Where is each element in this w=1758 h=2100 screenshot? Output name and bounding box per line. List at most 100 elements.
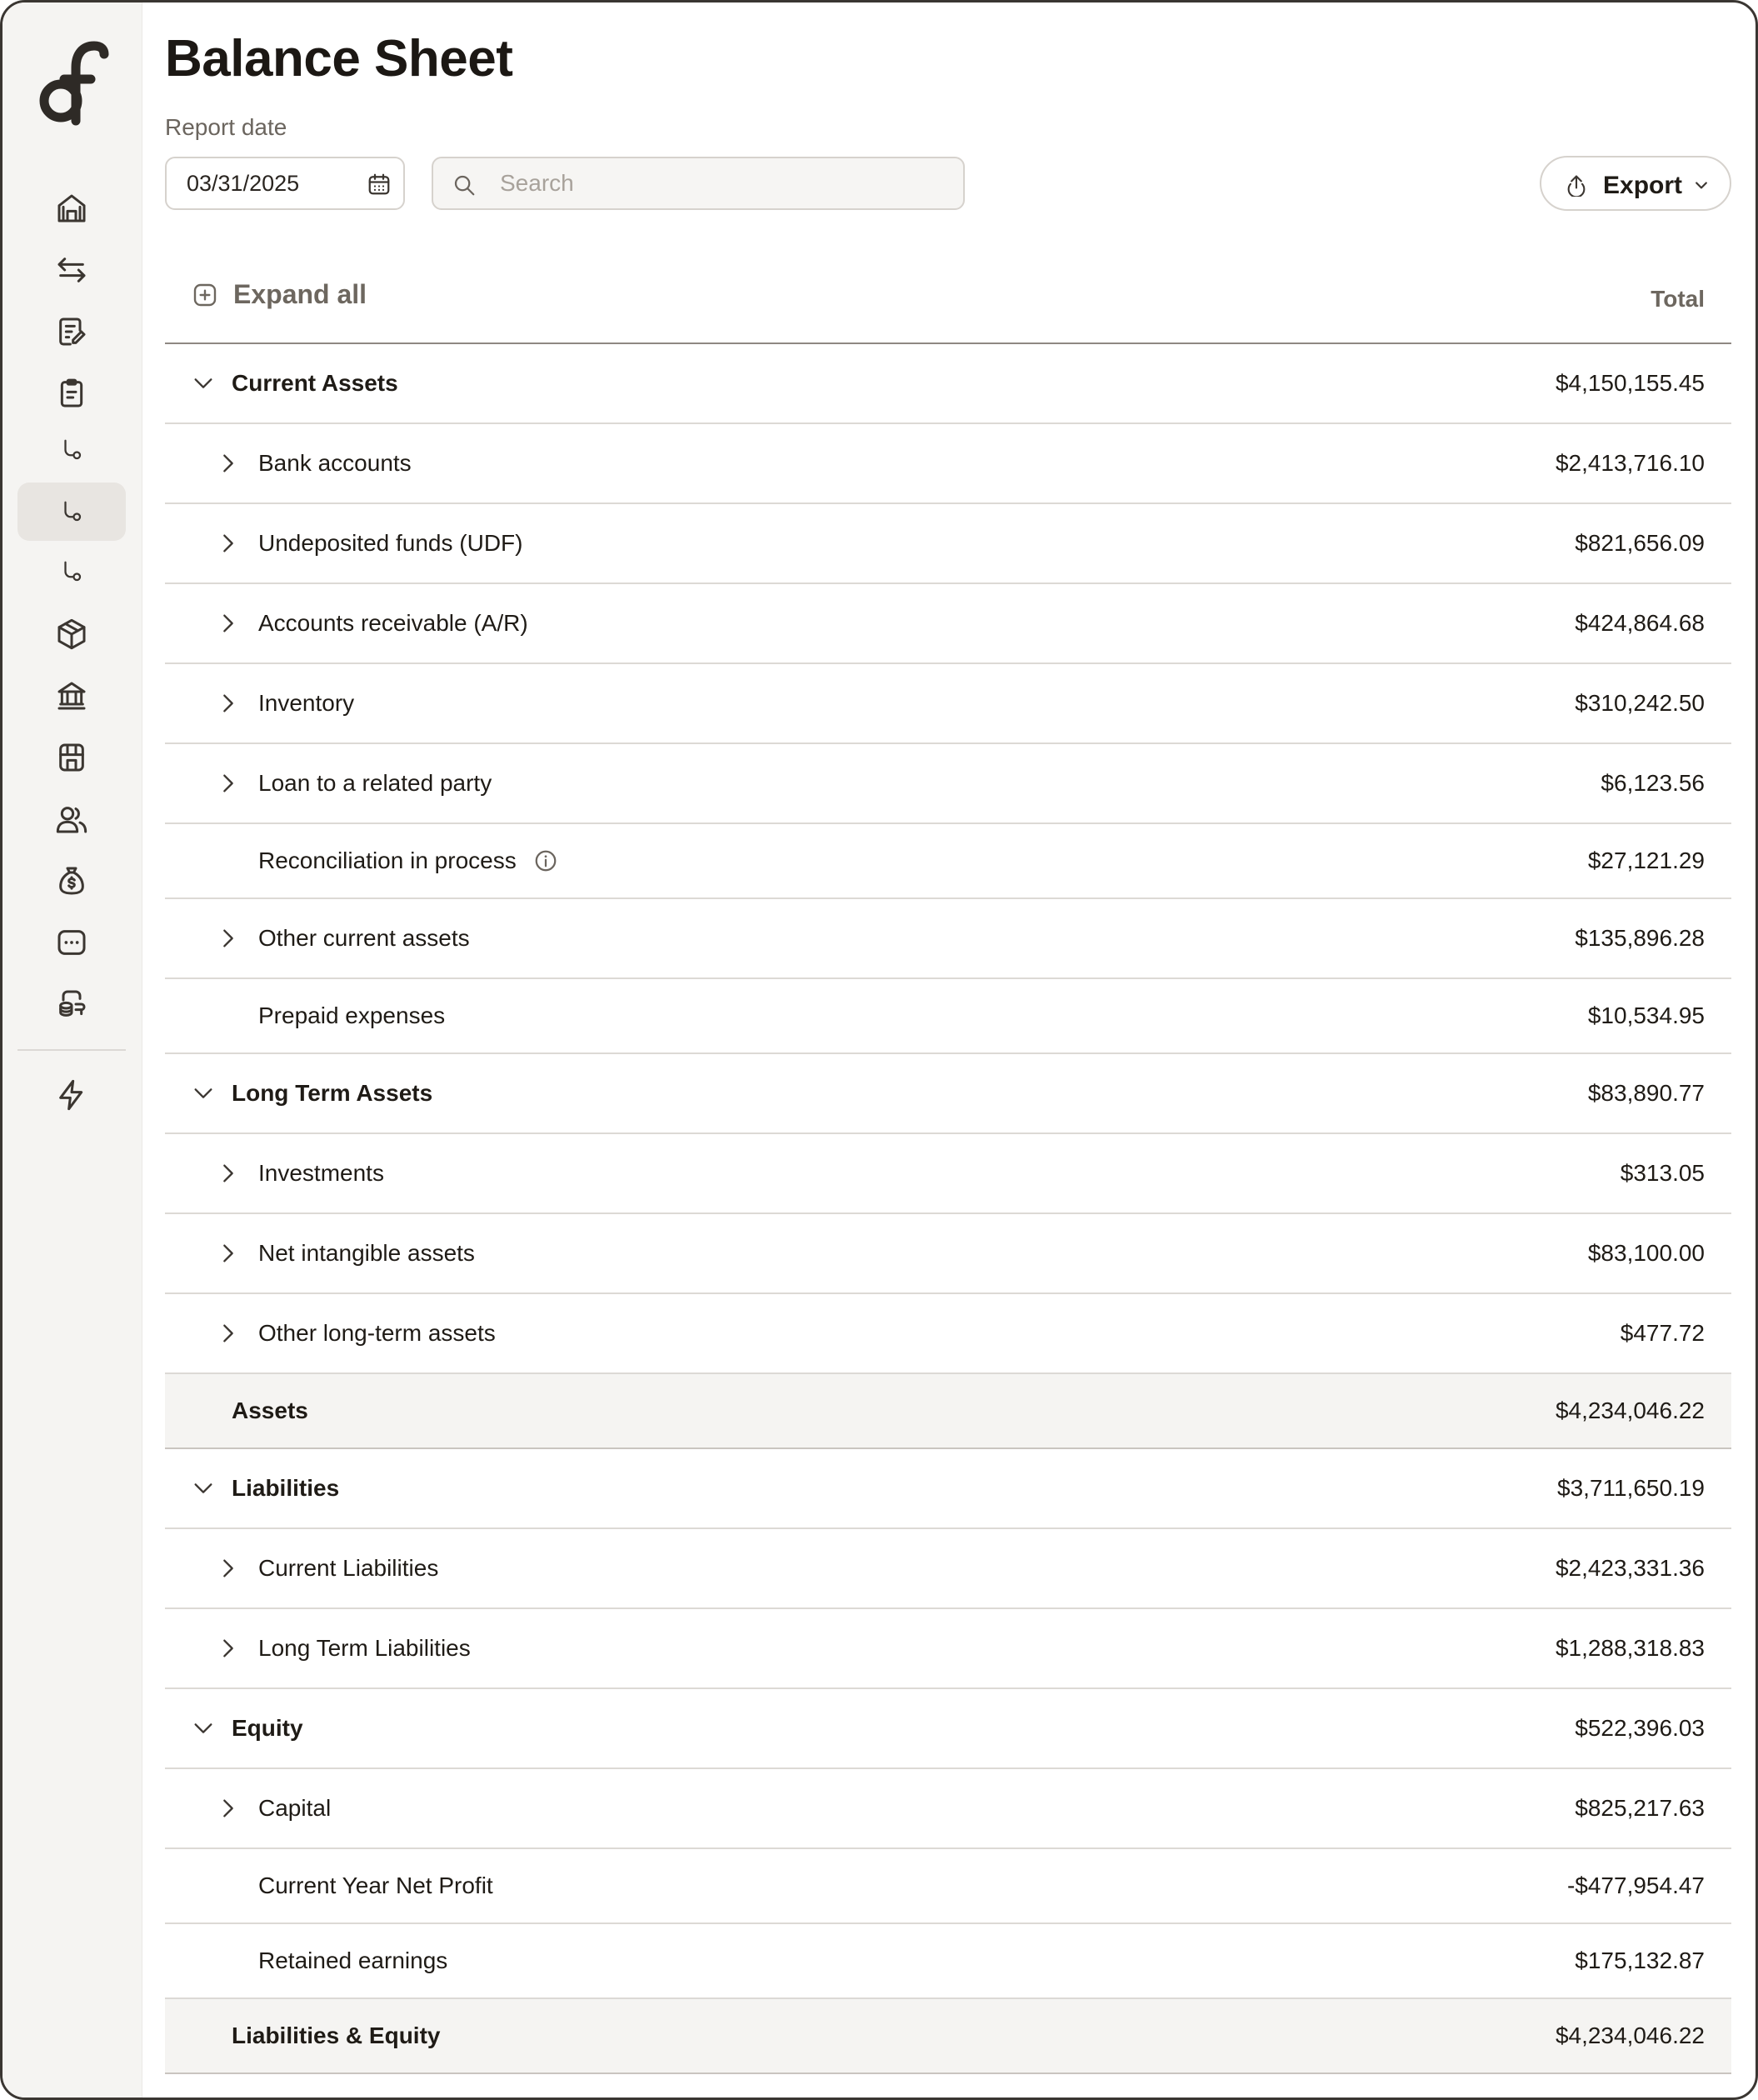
chevron-right-icon[interactable] xyxy=(217,1214,240,1292)
row-label: Accounts receivable (A/R) xyxy=(258,610,528,636)
section-row-current-assets[interactable]: Current Assets $4,150,155.45 xyxy=(165,344,1731,424)
transfer-arrows-icon xyxy=(57,258,86,282)
account-row-capital[interactable]: Capital $825,217.63 xyxy=(165,1769,1731,1849)
account-row-other-long-term-assets[interactable]: Other long-term assets $477.72 xyxy=(165,1294,1731,1374)
sidebar-item-automations[interactable] xyxy=(17,1066,126,1124)
sidebar-item-banking[interactable] xyxy=(17,667,126,725)
chevron-right-icon[interactable] xyxy=(217,1134,240,1212)
row-amount: $135,896.28 xyxy=(1575,925,1705,951)
row-amount: $1,288,318.83 xyxy=(1555,1635,1705,1661)
chevron-right-icon[interactable] xyxy=(217,424,240,502)
row-label: Equity xyxy=(232,1715,303,1741)
account-row-inventory[interactable]: Inventory $310,242.50 xyxy=(165,664,1731,744)
row-amount: $175,132.87 xyxy=(1575,1948,1705,1973)
chevron-down-icon[interactable] xyxy=(192,1449,215,1528)
search-input[interactable] xyxy=(500,158,950,208)
sidebar-item-customers[interactable] xyxy=(17,790,126,848)
report-date-field[interactable]: 03/31/2025 xyxy=(165,157,405,210)
account-row-accounts-receivable[interactable]: Accounts receivable (A/R) $424,864.68 xyxy=(165,584,1731,664)
sub-branch-icon xyxy=(64,439,82,460)
chevron-down-icon[interactable] xyxy=(192,1689,215,1768)
sidebar-item-more[interactable] xyxy=(17,913,126,972)
section-row-long-term-assets[interactable]: Long Term Assets $83,890.77 xyxy=(165,1054,1731,1134)
row-amount: $2,413,716.10 xyxy=(1555,450,1705,476)
row-amount: $3,711,650.19 xyxy=(1557,1475,1705,1501)
sidebar-item-invoices[interactable] xyxy=(17,302,126,361)
storefront-icon xyxy=(59,743,84,772)
search-field[interactable] xyxy=(432,157,965,210)
report-date-label: Report date xyxy=(165,114,287,140)
row-label: Current Assets xyxy=(232,370,398,396)
plus-square-icon xyxy=(193,283,217,306)
sidebar-item-vendors[interactable] xyxy=(17,728,126,787)
row-amount: $2,423,331.36 xyxy=(1555,1555,1705,1581)
row-amount: $4,234,046.22 xyxy=(1555,2022,1705,2048)
chevron-right-icon[interactable] xyxy=(217,1769,240,1848)
account-row-other-current-assets[interactable]: Other current assets $135,896.28 xyxy=(165,899,1731,979)
chevron-right-icon[interactable] xyxy=(217,664,240,742)
page-title: Balance Sheet xyxy=(165,30,513,88)
account-row-net-intangible-assets[interactable]: Net intangible assets $83,100.00 xyxy=(165,1214,1731,1294)
section-row-equity[interactable]: Equity $522,396.03 xyxy=(165,1689,1731,1769)
account-row-long-term-liabilities[interactable]: Long Term Liabilities $1,288,318.83 xyxy=(165,1609,1731,1689)
balance-sheet-table: Expand all Total Current Assets $4,150,1… xyxy=(165,252,1731,2074)
total-row-liabilities-equity: Liabilities & Equity $4,234,046.22 xyxy=(165,1999,1731,2074)
row-amount: $6,123.56 xyxy=(1601,770,1705,796)
row-label: Investments xyxy=(258,1160,384,1186)
chevron-right-icon[interactable] xyxy=(217,1294,240,1372)
total-row-assets: Assets $4,234,046.22 xyxy=(165,1374,1731,1449)
account-row-current-liabilities[interactable]: Current Liabilities $2,423,331.36 xyxy=(165,1529,1731,1609)
sidebar-subitem-2-active[interactable] xyxy=(17,482,126,541)
row-label: Prepaid expenses xyxy=(258,1002,446,1028)
row-label: Net intangible assets xyxy=(258,1240,475,1266)
sidebar-item-funding[interactable] xyxy=(17,975,126,1033)
sidebar-item-products[interactable] xyxy=(17,605,126,663)
bank-icon xyxy=(57,682,86,710)
chevron-right-icon[interactable] xyxy=(217,899,240,978)
sidebar-item-transactions[interactable] xyxy=(17,241,126,299)
export-button[interactable]: Export xyxy=(1540,156,1731,211)
chevron-right-icon[interactable] xyxy=(217,584,240,662)
chevron-down-icon[interactable] xyxy=(192,1054,215,1132)
people-icon xyxy=(56,807,87,833)
row-label: Other current assets xyxy=(258,925,470,951)
calendar-icon[interactable] xyxy=(367,172,392,197)
row-label: Current Year Net Profit xyxy=(258,1872,493,1898)
account-row-investments[interactable]: Investments $313.05 xyxy=(165,1134,1731,1214)
account-row-current-year-net-profit: Current Year Net Profit -$477,954.47 xyxy=(165,1849,1731,1924)
row-amount: $424,864.68 xyxy=(1575,610,1705,636)
account-row-reconciliation-in-process: Reconciliation in process $27,121.29 xyxy=(165,824,1731,899)
home-icon xyxy=(57,194,86,222)
clipboard-icon xyxy=(60,378,83,408)
section-row-liabilities[interactable]: Liabilities $3,711,650.19 xyxy=(165,1449,1731,1529)
expand-all-button[interactable]: Expand all xyxy=(192,279,367,310)
row-amount: $310,242.50 xyxy=(1575,690,1705,716)
account-row-loan-related-party[interactable]: Loan to a related party $6,123.56 xyxy=(165,744,1731,824)
row-label: Undeposited funds (UDF) xyxy=(258,530,523,556)
account-row-undeposited-funds[interactable]: Undeposited funds (UDF) $821,656.09 xyxy=(165,504,1731,584)
main-content: Balance Sheet Report date 03/31/2025 Exp… xyxy=(165,2,1731,2098)
chevron-right-icon[interactable] xyxy=(217,504,240,582)
chevron-right-icon[interactable] xyxy=(217,1609,240,1688)
account-row-retained-earnings: Retained earnings $175,132.87 xyxy=(165,1924,1731,1999)
coins-hand-icon xyxy=(59,990,86,1017)
sidebar-item-payroll[interactable] xyxy=(17,852,126,910)
row-label: Capital xyxy=(258,1795,332,1821)
chevron-right-icon[interactable] xyxy=(217,1529,240,1608)
sidebar-item-reports[interactable] xyxy=(17,364,126,422)
row-label: Reconciliation in process xyxy=(258,824,558,898)
chevron-down-icon[interactable] xyxy=(192,344,215,422)
row-amount: $522,396.03 xyxy=(1575,1715,1705,1741)
chevron-right-icon[interactable] xyxy=(217,744,240,822)
table-header: Expand all Total xyxy=(165,252,1731,344)
sidebar-item-home[interactable] xyxy=(17,179,126,238)
search-icon xyxy=(454,175,475,196)
row-label: Liabilities & Equity xyxy=(232,2022,441,2048)
row-label: Current Liabilities xyxy=(258,1555,439,1581)
app-logo xyxy=(39,41,109,126)
account-row-bank-accounts[interactable]: Bank accounts $2,413,716.10 xyxy=(165,424,1731,504)
row-amount: $477.72 xyxy=(1620,1320,1705,1346)
sidebar-subitem-3[interactable] xyxy=(17,542,126,601)
sidebar-subitem-1[interactable] xyxy=(17,421,126,479)
info-icon[interactable] xyxy=(533,848,558,873)
